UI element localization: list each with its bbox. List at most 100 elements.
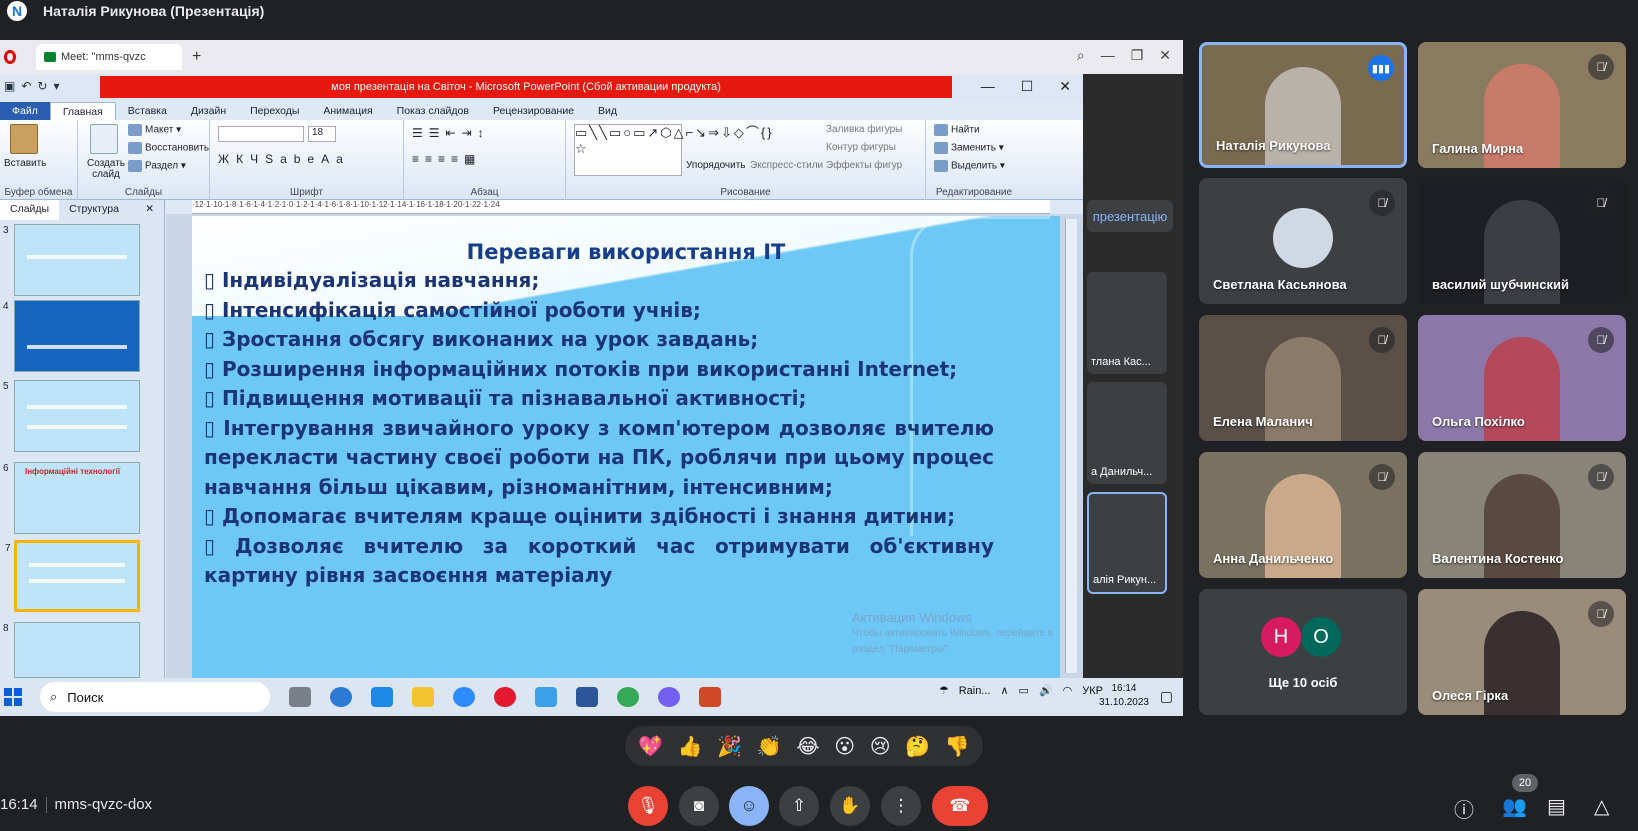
participant-tile[interactable]: 🎙̸ василий шубчинский: [1418, 178, 1626, 304]
font-size-box[interactable]: 18: [308, 126, 336, 142]
close-icon[interactable]: ✕: [1159, 47, 1171, 64]
panel-tab-slides[interactable]: Слайды: [0, 200, 60, 220]
font-name-box[interactable]: [218, 126, 304, 142]
reaction-heart-icon[interactable]: 💖: [638, 734, 663, 759]
windows-start-icon[interactable]: [4, 688, 22, 706]
participant-tile[interactable]: 🎙̸ Светлана Касьянова: [1199, 178, 1407, 304]
shape-outline-button[interactable]: Контур фигуры: [826, 142, 896, 153]
current-slide[interactable]: Переваги використання ІТ ▯ Індивідуаліза…: [192, 216, 1060, 678]
wifi-icon[interactable]: ◠: [1063, 684, 1073, 697]
list-buttons[interactable]: ☰☰⇤⇥↕: [412, 126, 490, 140]
tab-home[interactable]: Главная: [49, 102, 116, 120]
slide-thumbnail[interactable]: 3: [3, 224, 140, 296]
reaction-clap-icon[interactable]: 👏: [757, 734, 782, 759]
reactions-button[interactable]: ☺: [729, 786, 769, 826]
participant-tile[interactable]: 🎙̸ Ольга Похілко: [1418, 315, 1626, 441]
zoom-icon[interactable]: [453, 687, 475, 707]
select-button[interactable]: Выделить ▾: [934, 160, 1005, 172]
slide-thumbnail[interactable]: 4: [3, 300, 140, 372]
minimize-icon[interactable]: —: [1101, 47, 1115, 64]
mic-toggle-button[interactable]: 🎙: [628, 786, 668, 826]
new-slide-button[interactable]: Создать слайд: [84, 158, 128, 180]
file-explorer-icon[interactable]: [412, 687, 434, 707]
ppt-close-icon[interactable]: ✕: [1059, 78, 1071, 95]
info-icon[interactable]: ⓘ: [1454, 794, 1474, 823]
chrome-icon[interactable]: [617, 687, 639, 707]
chat-icon[interactable]: ▤: [1547, 794, 1566, 819]
section-button[interactable]: Раздел ▾: [128, 160, 186, 172]
reaction-sad-icon[interactable]: 😢: [870, 734, 891, 759]
panel-close-icon[interactable]: ✕: [135, 200, 164, 220]
ppt-maximize-icon[interactable]: ☐: [1021, 78, 1034, 95]
slide-thumbnail[interactable]: 5: [3, 380, 140, 452]
others-tile[interactable]: Н О Ще 10 осіб: [1199, 589, 1407, 715]
panel-tab-outline[interactable]: Структура: [59, 200, 129, 220]
paste-button[interactable]: Вставить: [4, 158, 46, 169]
more-options-button[interactable]: ⋮: [881, 786, 921, 826]
quick-access-toolbar[interactable]: ▣↶↻▾: [4, 79, 65, 93]
powerpoint-icon[interactable]: [699, 687, 721, 707]
layout-button[interactable]: Макет ▾: [128, 124, 181, 136]
participant-tile[interactable]: 🎙̸ Елена Маланич: [1199, 315, 1407, 441]
align-buttons[interactable]: ≡≡≡≡▦: [412, 152, 481, 166]
people-icon[interactable]: 👥: [1502, 794, 1527, 819]
tab-review[interactable]: Рецензирование: [481, 102, 586, 120]
tab-animation[interactable]: Анимация: [311, 102, 384, 120]
shapes-gallery[interactable]: ▭╲╲▭○▭↗⬡△⌐↘⇒⇩◇⌒{}☆: [574, 124, 772, 176]
edge-icon[interactable]: [330, 687, 352, 707]
font-format-buttons[interactable]: ЖКЧSabeAa: [218, 152, 350, 166]
camera-toggle-button[interactable]: ◙: [679, 786, 719, 826]
ppt-minimize-icon[interactable]: —: [981, 78, 995, 95]
reaction-laugh-icon[interactable]: 😂: [796, 734, 819, 759]
shape-fill-button[interactable]: Заливка фигуры: [826, 124, 902, 135]
participant-tile[interactable]: ▮▮▮ Наталія Рикунова: [1199, 42, 1407, 168]
meet-presentation-button[interactable]: презентацію: [1087, 200, 1173, 232]
participant-tile[interactable]: 🎙̸ Олеся Гірка: [1418, 589, 1626, 715]
reaction-party-icon[interactable]: 🎉: [717, 734, 742, 759]
notifications-icon[interactable]: ▢: [1160, 688, 1173, 705]
taskbar-search[interactable]: ⌕ Поиск: [40, 682, 270, 712]
find-button[interactable]: Найти: [934, 124, 980, 136]
present-button[interactable]: ⇧: [779, 786, 819, 826]
slide-thumbnail-selected[interactable]: 7: [5, 540, 140, 612]
opera-icon[interactable]: [494, 687, 516, 707]
store-icon[interactable]: [535, 687, 557, 707]
slide-thumbnail[interactable]: 6 Інформаційні технології: [3, 462, 140, 534]
tab-slideshow[interactable]: Показ слайдов: [385, 102, 481, 120]
tab-view[interactable]: Вид: [586, 102, 629, 120]
task-view-icon[interactable]: [289, 687, 311, 707]
viber-icon[interactable]: [658, 687, 680, 707]
reaction-surprised-icon[interactable]: 😮: [834, 734, 855, 759]
participant-tile[interactable]: 🎙̸ Анна Данильченко: [1199, 452, 1407, 578]
weather-text[interactable]: Rain...: [959, 685, 991, 697]
battery-icon[interactable]: ▭: [1019, 684, 1029, 697]
tab-design[interactable]: Дизайн: [179, 102, 238, 120]
participant-tile[interactable]: 🎙̸ Галина Мирна: [1418, 42, 1626, 168]
reset-button[interactable]: Восстановить: [128, 142, 209, 154]
tab-insert[interactable]: Вставка: [116, 102, 179, 120]
reaction-thinking-icon[interactable]: 🤔: [905, 734, 930, 759]
end-call-button[interactable]: ☎: [932, 786, 988, 826]
meeting-code[interactable]: mms-qvzc-dox: [55, 796, 153, 813]
tab-file[interactable]: Файл: [0, 102, 50, 120]
tray-chevron-icon[interactable]: ∧: [1000, 684, 1008, 697]
vertical-scrollbar[interactable]: [1065, 219, 1077, 673]
browser-search-icon[interactable]: ⌕: [1077, 47, 1085, 64]
restore-icon[interactable]: ❐: [1131, 47, 1144, 64]
raise-hand-button[interactable]: ✋: [830, 786, 870, 826]
replace-button[interactable]: Заменить ▾: [934, 142, 1004, 154]
word-icon[interactable]: [576, 687, 598, 707]
participant-tile[interactable]: 🎙̸ Валентина Костенко: [1418, 452, 1626, 578]
slide-thumbnail[interactable]: 8: [3, 622, 140, 678]
reaction-thumbs-up-icon[interactable]: 👍: [678, 734, 703, 759]
tab-transitions[interactable]: Переходы: [238, 102, 311, 120]
new-tab-button[interactable]: +: [192, 48, 201, 66]
activities-icon[interactable]: △: [1594, 794, 1609, 819]
shape-effects-button[interactable]: Эффекты фигур: [826, 160, 902, 171]
arrange-button[interactable]: Упорядочить: [686, 160, 746, 171]
volume-icon[interactable]: 🔊: [1039, 684, 1053, 697]
reaction-thumbs-down-icon[interactable]: 👎: [945, 734, 970, 759]
browser-tab-meet[interactable]: Meet: "mms-qvzc: [36, 44, 182, 70]
mail-icon[interactable]: [371, 687, 393, 707]
taskbar-clock[interactable]: 16:14 31.10.2023: [1099, 682, 1149, 710]
